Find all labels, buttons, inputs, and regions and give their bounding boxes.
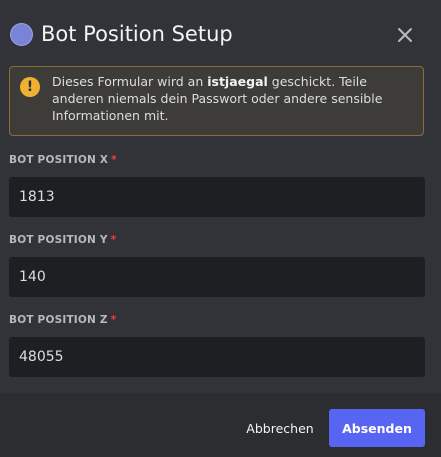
field-label-z-text: BOT POSITION Z — [9, 314, 108, 326]
close-button[interactable] — [393, 23, 417, 47]
modal-title: Bot Position Setup — [41, 22, 233, 46]
field-label-z: BOT POSITION Z * — [9, 314, 116, 326]
modal-footer: Abbrechen Absenden — [0, 393, 441, 457]
warning-icon: ! — [20, 77, 40, 97]
modal-dialog: Bot Position Setup ! Dieses Formular wir… — [0, 0, 441, 457]
required-marker: * — [111, 154, 117, 166]
field-label-y-text: BOT POSITION Y — [9, 234, 108, 246]
required-marker: * — [110, 234, 117, 246]
required-marker: * — [110, 314, 117, 326]
close-icon — [398, 28, 412, 42]
field-label-y: BOT POSITION Y * — [9, 234, 116, 246]
bot-position-z-input[interactable] — [9, 337, 425, 377]
notice-recipient: istjaegal — [207, 74, 268, 89]
bot-position-x-input[interactable] — [9, 177, 425, 217]
app-avatar-icon — [10, 23, 33, 46]
field-label-x-text: BOT POSITION X — [9, 154, 109, 166]
notice-text-before: Dieses Formular wird an — [52, 74, 208, 89]
notice-banner: ! Dieses Formular wird an istjaegal gesc… — [9, 66, 424, 136]
field-label-x: BOT POSITION X * — [9, 154, 117, 166]
cancel-button[interactable]: Abbrechen — [240, 409, 320, 447]
notice-text: Dieses Formular wird an istjaegal geschi… — [52, 73, 418, 124]
bot-position-y-input[interactable] — [9, 257, 425, 297]
modal-header: Bot Position Setup — [0, 0, 441, 68]
submit-button[interactable]: Absenden — [329, 409, 425, 447]
